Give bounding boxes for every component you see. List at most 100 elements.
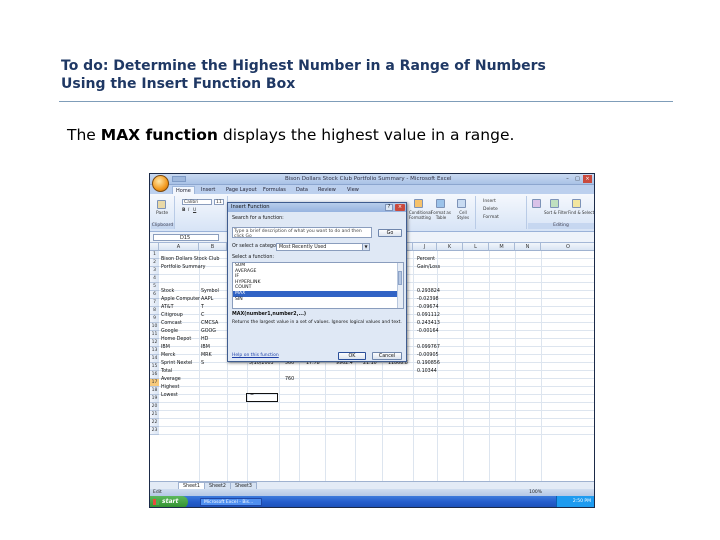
row-header[interactable]: 2	[150, 259, 159, 267]
cell-n10[interactable]: 0.243413	[417, 320, 440, 328]
row-header[interactable]: 20	[150, 403, 159, 411]
close-icon[interactable]: ×	[583, 175, 592, 183]
cell-b11[interactable]: HD	[201, 336, 208, 344]
cell-styles-icon[interactable]	[457, 199, 466, 208]
row-header[interactable]: 18	[150, 387, 159, 395]
function-item-sin[interactable]: SIN	[233, 297, 403, 303]
column-header-j[interactable]: J	[413, 243, 437, 251]
cell-a2[interactable]: Portfolio Summary	[161, 264, 205, 272]
column-header-o[interactable]: O	[541, 243, 594, 251]
cell-a14[interactable]: Sprint Nextel	[161, 360, 192, 368]
column-header-b[interactable]: B	[199, 243, 227, 251]
underline-icon[interactable]: U	[193, 208, 196, 213]
cell-a18[interactable]: Lowest	[161, 392, 178, 400]
cell-a7[interactable]: AT&T	[161, 304, 174, 312]
cell-n14[interactable]: 0.190856	[417, 360, 440, 368]
help-icon[interactable]: ?	[385, 204, 393, 211]
format-as-table-button[interactable]: Format as Table	[431, 210, 451, 220]
cell-n15[interactable]: 0.10344	[417, 368, 437, 376]
cell-a16[interactable]: Average	[161, 376, 181, 384]
select-all-corner[interactable]	[150, 243, 159, 251]
delete-cells-button[interactable]: Delete	[483, 207, 498, 212]
start-button[interactable]: start	[150, 496, 188, 507]
row-header[interactable]: 10	[150, 323, 159, 331]
tab-page-layout[interactable]: Page Layout	[223, 186, 260, 194]
maximize-icon[interactable]: □	[573, 175, 582, 183]
cell-a8[interactable]: Citigroup	[161, 312, 183, 320]
row-header[interactable]: 1	[150, 251, 159, 259]
ok-button[interactable]: OK	[338, 352, 366, 360]
go-button[interactable]: Go	[378, 229, 402, 237]
tab-home[interactable]: Home	[172, 186, 195, 194]
zoom-level[interactable]: 100%	[529, 489, 542, 496]
cell-n12[interactable]: 0.099767	[417, 344, 440, 352]
category-select[interactable]: Most Recently Used ▼	[276, 243, 370, 251]
dialog-close-icon[interactable]: ×	[395, 204, 405, 211]
cell-a6[interactable]: Apple Computer	[161, 296, 200, 304]
find-select-button[interactable]: Find & Select	[568, 210, 594, 215]
cell-a13[interactable]: Merck	[161, 352, 175, 360]
cell-b9[interactable]: CMCSA	[201, 320, 218, 328]
row-header[interactable]: 15	[150, 363, 159, 371]
minimize-icon[interactable]: –	[563, 175, 572, 183]
cell-b14[interactable]: S	[201, 360, 204, 368]
row-header[interactable]: 14	[150, 355, 159, 363]
function-list[interactable]: SUM AVERAGE IF HYPERLINK COUNT MAX SIN	[232, 262, 404, 309]
row-header[interactable]: 13	[150, 347, 159, 355]
font-size-select[interactable]: 11	[214, 199, 224, 205]
cell-e16[interactable]: 760	[285, 376, 294, 384]
row-header[interactable]: 4	[150, 275, 159, 283]
row-header[interactable]: 5	[150, 283, 159, 291]
tab-view[interactable]: View	[344, 186, 362, 194]
row-header[interactable]: 7	[150, 299, 159, 307]
bold-icon[interactable]: B	[182, 208, 185, 213]
cell-n6[interactable]: 0.293824	[417, 288, 440, 296]
row-header[interactable]: 17	[150, 379, 159, 387]
quick-access-toolbar[interactable]	[172, 176, 186, 182]
tab-formulas[interactable]: Formulas	[260, 186, 289, 194]
cell-n5[interactable]: Gain/Loss	[417, 264, 440, 272]
cell-n7[interactable]: -0.02398	[417, 296, 439, 304]
conditional-formatting-button[interactable]: Conditional Formatting	[409, 210, 432, 220]
row-header[interactable]: 6	[150, 291, 159, 299]
paste-icon[interactable]	[157, 200, 166, 209]
office-button[interactable]	[152, 175, 169, 192]
scrollbar-thumb[interactable]	[398, 271, 402, 285]
conditional-formatting-icon[interactable]	[414, 199, 423, 208]
row-header[interactable]: 8	[150, 307, 159, 315]
cell-b12[interactable]: IBM	[201, 344, 210, 352]
cell-b13[interactable]: MRK	[201, 352, 212, 360]
cell-b8[interactable]: C	[201, 312, 204, 320]
format-as-table-icon[interactable]	[436, 199, 445, 208]
tab-data[interactable]: Data	[293, 186, 311, 194]
row-header[interactable]: 16	[150, 371, 159, 379]
row-header[interactable]: 3	[150, 267, 159, 275]
taskbar-excel-item[interactable]: Microsoft Excel - Bis...	[200, 498, 262, 506]
cell-a12[interactable]: IBM	[161, 344, 170, 352]
chevron-down-icon[interactable]: ▼	[362, 244, 369, 250]
function-list-scrollbar[interactable]	[397, 263, 403, 308]
function-search-input[interactable]: Type a brief description of what you wan…	[232, 227, 372, 238]
font-name-select[interactable]: Calibri	[182, 199, 212, 205]
sort-filter-button[interactable]: Sort & Filter	[544, 210, 568, 215]
cell-n4[interactable]: Percent	[417, 256, 435, 264]
cell-n13[interactable]: -0.00905	[417, 352, 439, 360]
tab-review[interactable]: Review	[315, 186, 339, 194]
cell-a5[interactable]: Stock	[161, 288, 174, 296]
cell-b7[interactable]: T	[201, 304, 204, 312]
row-header[interactable]: 11	[150, 331, 159, 339]
cell-b5[interactable]: Symbol	[201, 288, 219, 296]
cell-a11[interactable]: Home Depot	[161, 336, 191, 344]
autosum-icon[interactable]	[532, 199, 541, 208]
row-header[interactable]: 22	[150, 419, 159, 427]
row-header[interactable]: 23	[150, 427, 159, 435]
cell-a17[interactable]: Highest	[161, 384, 179, 392]
cell-a10[interactable]: Google	[161, 328, 178, 336]
insert-cells-button[interactable]: Insert	[483, 199, 496, 204]
cell-styles-button[interactable]: Cell Styles	[453, 210, 473, 220]
cell-n8[interactable]: -0.09674	[417, 304, 439, 312]
name-box[interactable]: D15	[153, 234, 219, 241]
column-header-a[interactable]: A	[159, 243, 199, 251]
row-header[interactable]: 21	[150, 411, 159, 419]
italic-icon[interactable]: I	[188, 208, 189, 213]
